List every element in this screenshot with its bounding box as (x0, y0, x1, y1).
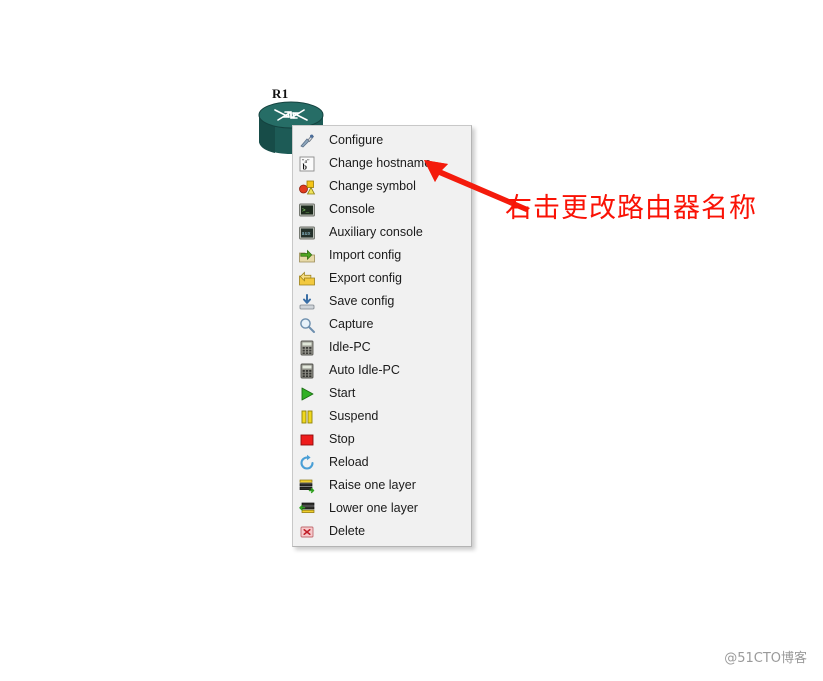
stop-icon (298, 431, 316, 449)
menu-item-start[interactable]: Start (293, 382, 471, 405)
play-icon (298, 385, 316, 403)
menu-item-change-symbol[interactable]: Change symbol (293, 175, 471, 198)
menu-item-change-hostname[interactable]: "a" b Change hostname (293, 152, 471, 175)
delete-icon (298, 523, 316, 541)
save-disk-icon (298, 293, 316, 311)
menu-item-suspend[interactable]: Suspend (293, 405, 471, 428)
raise-layer-icon (298, 477, 316, 495)
menu-item-label: Lower one layer (329, 501, 418, 516)
svg-text:>_: >_ (302, 207, 310, 214)
watermark: @51CTO博客 (724, 651, 807, 666)
terminal-aux-icon: aux (298, 224, 316, 242)
menu-item-label: Change hostname (329, 156, 432, 171)
export-arrow-icon (298, 270, 316, 288)
menu-item-console[interactable]: >_ Console (293, 198, 471, 221)
wrench-screwdriver-icon (298, 132, 316, 150)
menu-item-auto-idle-pc[interactable]: Auto Idle-PC (293, 359, 471, 382)
rename-text-icon: "a" b (298, 155, 316, 173)
menu-item-label: Start (329, 386, 356, 401)
calculator-icon (298, 339, 316, 357)
menu-item-label: Idle-PC (329, 340, 371, 355)
menu-item-label: Capture (329, 317, 374, 332)
pause-icon (298, 408, 316, 426)
menu-item-capture[interactable]: Capture (293, 313, 471, 336)
terminal-icon: >_ (298, 201, 316, 219)
lower-layer-icon (298, 500, 316, 518)
import-arrow-icon (298, 247, 316, 265)
menu-item-label: Raise one layer (329, 478, 416, 493)
magnifier-icon (298, 316, 316, 334)
menu-item-label: Stop (329, 432, 355, 447)
menu-item-import-config[interactable]: Import config (293, 244, 471, 267)
svg-text:b: b (303, 162, 308, 171)
menu-item-label: Change symbol (329, 179, 416, 194)
menu-item-delete[interactable]: Delete (293, 520, 471, 543)
menu-item-reload[interactable]: Reload (293, 451, 471, 474)
menu-item-lower-one-layer[interactable]: Lower one layer (293, 497, 471, 520)
menu-item-auxiliary-console[interactable]: aux Auxiliary console (293, 221, 471, 244)
menu-item-label: Export config (329, 271, 402, 286)
menu-item-configure[interactable]: Configure (293, 129, 471, 152)
router-label: R1 (272, 86, 289, 101)
reload-icon (298, 454, 316, 472)
menu-item-idle-pc[interactable]: Idle-PC (293, 336, 471, 359)
menu-item-label: Auto Idle-PC (329, 363, 400, 378)
menu-item-stop[interactable]: Stop (293, 428, 471, 451)
calculator-auto-icon (298, 362, 316, 380)
menu-item-label: Delete (329, 524, 366, 539)
shapes-palette-icon (298, 178, 316, 196)
topology-canvas[interactable]: R1 Configure "a" b Change hostname Chang… (0, 0, 823, 681)
menu-item-export-config[interactable]: Export config (293, 267, 471, 290)
node-context-menu[interactable]: Configure "a" b Change hostname Change s… (292, 125, 472, 547)
menu-item-raise-one-layer[interactable]: Raise one layer (293, 474, 471, 497)
annotation-text: 右击更改路由器名称 (505, 193, 757, 224)
menu-item-label: Console (329, 202, 375, 217)
menu-item-label: Reload (329, 455, 369, 470)
menu-item-label: Save config (329, 294, 395, 309)
menu-item-label: Auxiliary console (329, 225, 423, 240)
menu-item-label: Configure (329, 133, 384, 148)
menu-item-label: Suspend (329, 409, 379, 424)
menu-item-save-config[interactable]: Save config (293, 290, 471, 313)
svg-text:aux: aux (302, 231, 311, 237)
menu-item-label: Import config (329, 248, 402, 263)
